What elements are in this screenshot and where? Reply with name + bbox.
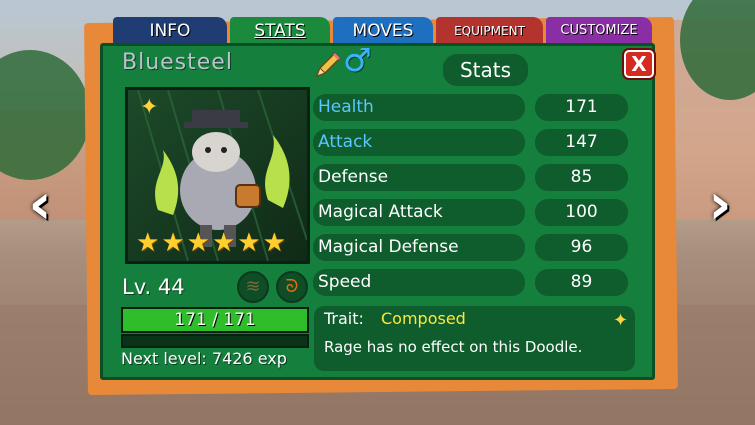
experience-bar xyxy=(121,334,309,348)
claw-type-icon: ≋ xyxy=(237,271,269,303)
next-doodle-arrow[interactable]: › xyxy=(700,177,740,233)
male-gender-icon: ♂ xyxy=(343,41,372,79)
stat-label-health: Health xyxy=(313,94,525,121)
health-bar: 171 / 171 xyxy=(121,307,309,333)
trait-name: Composed xyxy=(381,309,466,328)
star-icon: ★ xyxy=(211,228,236,258)
star-icon: ★ xyxy=(262,228,286,258)
doodle-level: Lv. 44 xyxy=(122,275,185,299)
stat-value-defense: 85 xyxy=(535,164,628,191)
star-icon: ★ xyxy=(136,228,160,258)
rename-pencil-icon[interactable] xyxy=(313,50,343,80)
health-text: 171 / 171 xyxy=(174,310,256,330)
stat-value-attack: 147 xyxy=(535,129,628,156)
doodle-name: Bluesteel xyxy=(122,50,233,75)
close-button[interactable]: X xyxy=(624,50,654,78)
trait-sparkle-icon: ✦ xyxy=(613,310,629,331)
tab-stats[interactable]: STATS xyxy=(230,17,330,45)
tab-info[interactable]: INFO xyxy=(113,17,227,45)
stat-label-magical-attack: Magical Attack xyxy=(313,199,525,226)
stat-label-magical-defense: Magical Defense xyxy=(313,234,525,261)
previous-doodle-arrow[interactable]: ‹ xyxy=(20,177,60,233)
stat-value-speed: 89 xyxy=(535,269,628,296)
stat-label-attack: Attack xyxy=(313,129,525,156)
stat-value-health: 171 xyxy=(535,94,628,121)
stat-value-magical-defense: 96 xyxy=(535,234,628,261)
tab-equipment[interactable]: EQUIPMENT xyxy=(436,17,543,45)
stat-label-defense: Defense xyxy=(313,164,525,191)
stats-heading: Stats xyxy=(443,54,528,86)
trait-label: Trait: xyxy=(324,309,364,328)
stat-value-magical-attack: 100 xyxy=(535,199,628,226)
tab-customize[interactable]: CUSTOMIZE xyxy=(546,17,652,45)
star-icon: ★ xyxy=(186,228,210,258)
star-rating: ★ ★ ★ ★ ★ ★ xyxy=(136,229,286,257)
stat-label-speed: Speed xyxy=(313,269,525,296)
shiny-sparkle-icon: ✦ xyxy=(140,95,159,120)
trait-description: Rage has no effect on this Doodle. xyxy=(324,338,583,356)
star-icon: ★ xyxy=(237,228,261,258)
star-icon: ★ xyxy=(161,228,185,258)
fire-type-icon: ᘐ xyxy=(276,271,308,303)
next-level-exp: Next level: 7426 exp xyxy=(121,349,287,368)
